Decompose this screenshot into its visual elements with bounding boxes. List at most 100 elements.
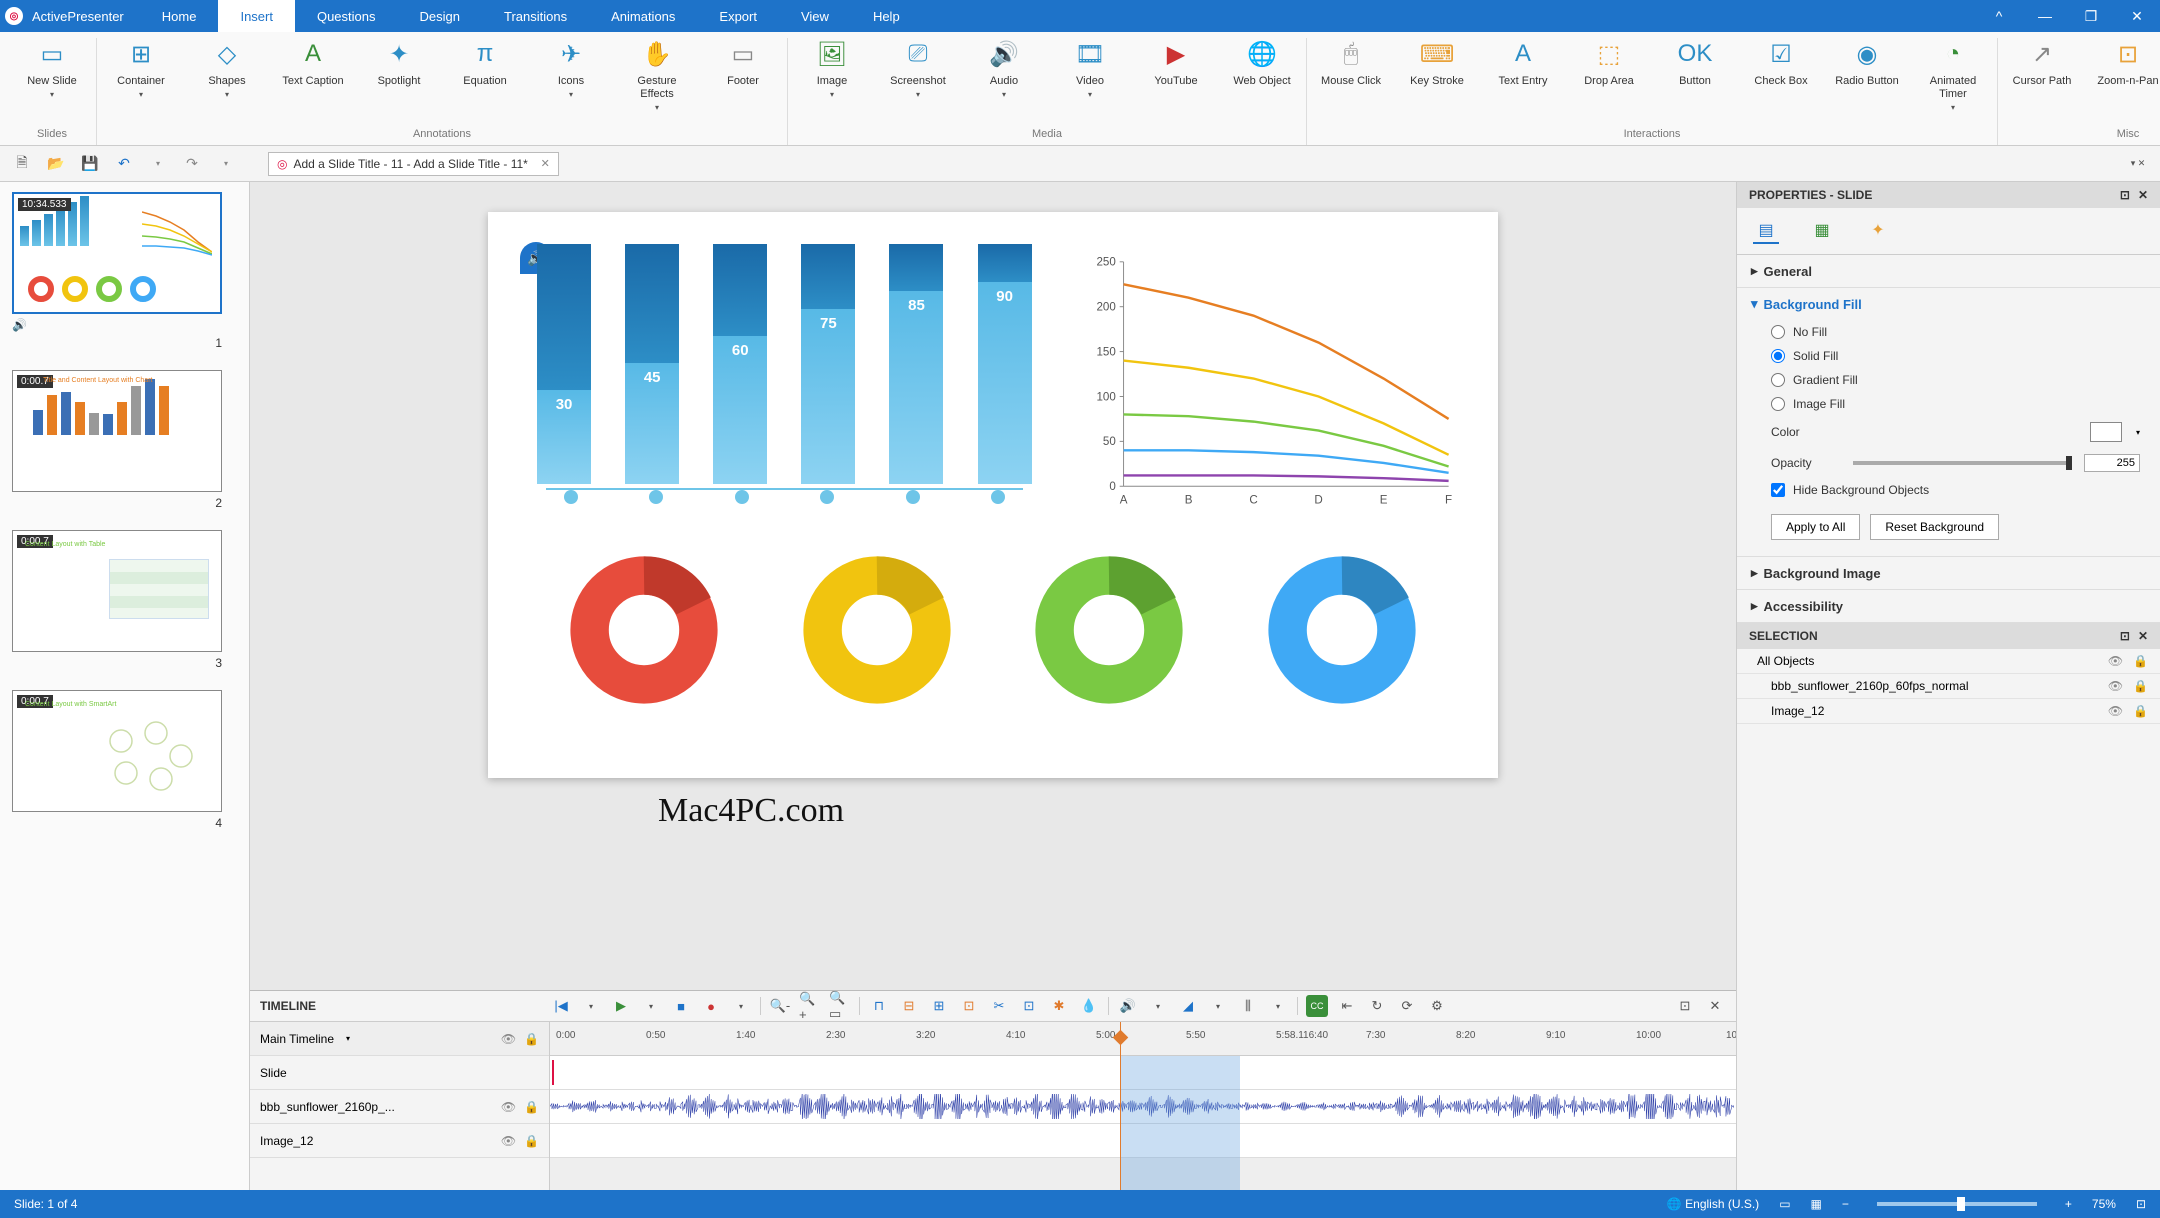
cursor-path-button[interactable]: ↗Cursor Path [2008,38,2076,88]
image-button[interactable]: 🖼Image ▾ [798,38,866,101]
timeline-close-icon[interactable]: ✕ [1704,995,1726,1017]
cc-icon[interactable]: CC [1306,995,1328,1017]
skip-start-icon[interactable]: |◀ [550,995,572,1017]
prop-tab-slide-icon[interactable]: ▤ [1753,218,1779,244]
radio-image-fill[interactable]: Image Fill [1771,392,2140,416]
lock-icon[interactable]: 🔒 [2133,704,2148,718]
snap-icon[interactable]: ⊓ [868,995,890,1017]
container-button[interactable]: ⊞Container ▾ [107,38,175,101]
view-mode2-icon[interactable]: ▦ [1811,1197,1822,1211]
selection-item-image[interactable]: Image_12👁🔒 [1737,699,2160,724]
panel-close-icon[interactable]: ✕ [2138,188,2148,202]
new-slide-button[interactable]: ▭New Slide ▾ [18,38,86,101]
equation-button[interactable]: πEquation [451,38,519,88]
sync-icon[interactable]: ⟳ [1396,995,1418,1017]
bar[interactable]: 60 [713,244,767,484]
screenshot-button[interactable]: ⎚Screenshot ▾ [884,38,952,101]
footer-button[interactable]: ▭Footer [709,38,777,88]
donut-chart[interactable] [1029,550,1189,710]
bar-dot[interactable] [906,490,920,504]
lock-icon[interactable]: 🔒 [2133,654,2148,668]
hide-background-checkbox[interactable]: Hide Background Objects [1771,478,2140,502]
radio-gradient-fill[interactable]: Gradient Fill [1771,368,2140,392]
record-icon[interactable]: ● [700,995,722,1017]
group-icon[interactable]: ⊡ [1018,995,1040,1017]
radio-button-button[interactable]: ◉Radio Button [1833,38,1901,88]
key-stroke-button[interactable]: ⌨Key Stroke [1403,38,1471,88]
bar-dot[interactable] [649,490,663,504]
slide-thumb-2[interactable]: 0:00.7Title and Content Layout with Char… [12,370,222,510]
bar-dot[interactable] [820,490,834,504]
shapes-button[interactable]: ◇Shapes ▾ [193,38,261,101]
section-background-fill[interactable]: ▾ Background Fill [1751,296,2146,312]
volume-icon[interactable]: 🔊 [1117,995,1139,1017]
align-icon[interactable]: ⇤ [1336,995,1358,1017]
prop-tab-interactivity-icon[interactable]: ▦ [1809,218,1835,244]
trim-icon[interactable]: ✂ [988,995,1010,1017]
maximize-button[interactable]: ❐ [2068,0,2114,32]
text-caption-button[interactable]: AText Caption [279,38,347,88]
close-button[interactable]: ✕ [2114,0,2160,32]
panel-menu-icon[interactable]: ▾ ✕ [2126,152,2150,176]
stop-icon[interactable]: ■ [670,995,692,1017]
bar[interactable]: 90 [978,244,1032,484]
color-swatch[interactable] [2090,422,2122,442]
section-accessibility[interactable]: ▸ Accessibility [1751,598,2146,614]
spotlight-button[interactable]: ✦Spotlight [365,38,433,88]
opacity-slider[interactable] [1853,461,2072,465]
redo-dd-icon[interactable]: ▾ [214,152,238,176]
zoom-out-status-icon[interactable]: − [1842,1197,1849,1211]
track-audio[interactable]: bbb_sunflower_2160p_...👁🔒 [250,1090,549,1124]
icons-button[interactable]: ✈Icons ▾ [537,38,605,101]
tab-insert[interactable]: Insert [218,0,295,32]
drop-area-button[interactable]: ⬚Drop Area [1575,38,1643,88]
bar-dot[interactable] [991,490,1005,504]
playhead[interactable] [1120,1022,1121,1190]
ribbon-collapse-icon[interactable]: ^ [1976,0,2022,32]
web-object-button[interactable]: 🌐Web Object [1228,38,1296,88]
selection-close-icon[interactable]: ✕ [2138,629,2148,643]
save-icon[interactable]: 💾 [78,152,102,176]
bar[interactable]: 75 [801,244,855,484]
selection-undock-icon[interactable]: ⊡ [2120,629,2130,643]
audio-button[interactable]: 🔊Audio ▾ [970,38,1038,101]
timeline-undock-icon[interactable]: ⊡ [1674,995,1696,1017]
selection-item-audio[interactable]: bbb_sunflower_2160p_60fps_normal👁🔒 [1737,674,2160,699]
visibility-icon[interactable]: 👁 [2108,704,2123,718]
split-icon[interactable]: ⊟ [898,995,920,1017]
youtube-button[interactable]: ▶YouTube [1142,38,1210,88]
reset-background-button[interactable]: Reset Background [1870,514,1999,540]
donut-chart[interactable] [564,550,724,710]
document-tab[interactable]: ◎ Add a Slide Title - 11 - Add a Slide T… [268,152,559,176]
minimize-button[interactable]: — [2022,0,2068,32]
video-button[interactable]: 🎞Video ▾ [1056,38,1124,101]
zoom-in-status-icon[interactable]: + [2065,1197,2072,1211]
opacity-input[interactable] [2084,454,2140,472]
slide-thumb-4[interactable]: 0:00.7Content Layout with SmartArt4 [12,690,222,830]
track-image[interactable]: Image_12👁🔒 [250,1124,549,1158]
radio-no-fill[interactable]: No Fill [1771,320,2140,344]
redo-icon[interactable]: ↷ [180,152,204,176]
settings-icon[interactable]: ⚙ [1426,995,1448,1017]
join-icon[interactable]: ⊞ [928,995,950,1017]
slide-thumb-1[interactable]: 10:34.533🔊1 [12,192,222,350]
play-icon[interactable]: ▶ [610,995,632,1017]
gesture-effects-button[interactable]: ✋Gesture Effects ▾ [623,38,691,114]
zoom-slider[interactable] [1877,1202,2037,1206]
undo-icon[interactable]: ↶ [112,152,136,176]
selection-all-objects[interactable]: All Objects👁🔒 [1737,649,2160,674]
track-slide[interactable]: Slide [250,1056,549,1090]
section-background-image[interactable]: ▸ Background Image [1751,565,2146,581]
prop-tab-media-icon[interactable]: ✦ [1865,218,1891,244]
zoom-percent[interactable]: 75% [2092,1197,2116,1211]
tab-export[interactable]: Export [697,0,779,32]
bar-dot[interactable] [564,490,578,504]
zoom-in-icon[interactable]: 🔍+ [799,995,821,1017]
bar[interactable]: 85 [889,244,943,484]
bar[interactable]: 30 [537,244,591,484]
visibility-icon[interactable]: 👁 [2108,679,2123,693]
tab-home[interactable]: Home [140,0,219,32]
check-box-button[interactable]: ☑Check Box [1747,38,1815,88]
zoom-out-icon[interactable]: 🔍- [769,995,791,1017]
timeline-selection[interactable] [1120,1056,1240,1190]
